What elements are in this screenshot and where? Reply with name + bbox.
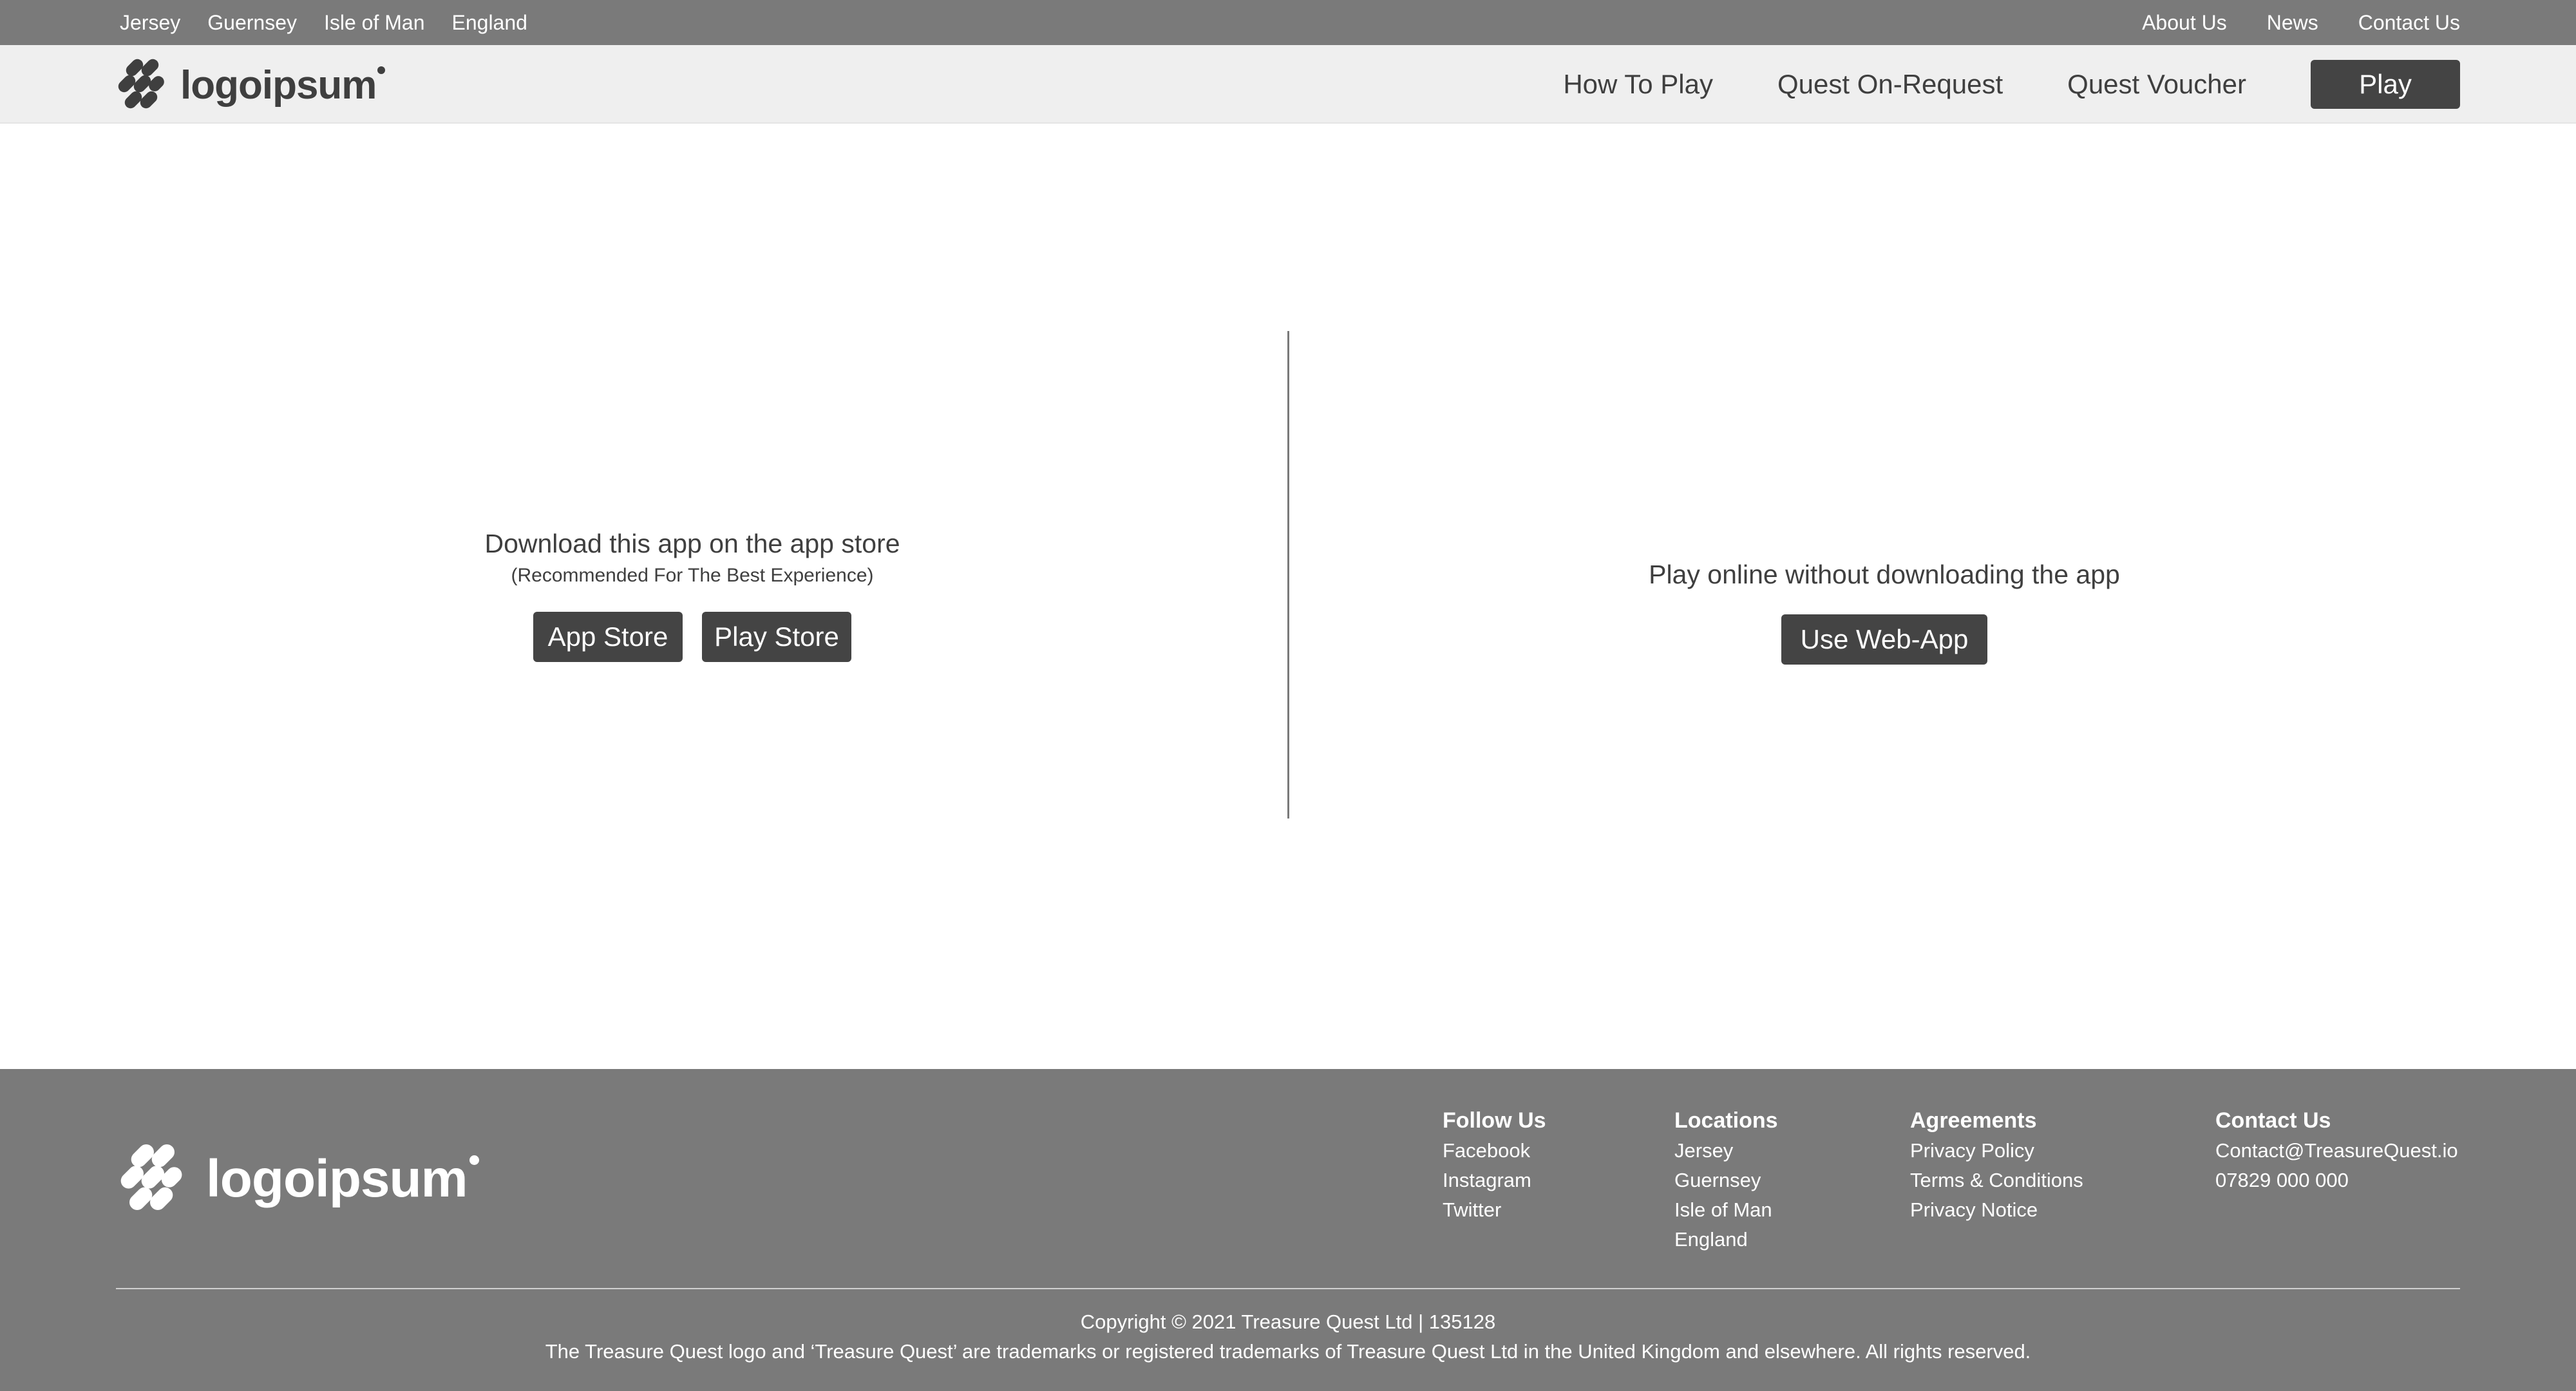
instagram-link[interactable]: Instagram (1443, 1166, 1546, 1195)
utility-links: About Us News Contact Us (2142, 0, 2460, 45)
nav-quest-voucher[interactable]: Quest Voucher (2067, 69, 2246, 100)
app-store-button[interactable]: App Store (533, 612, 683, 662)
play-store-button[interactable]: Play Store (702, 612, 851, 662)
legal-text: The Treasure Quest logo and ‘Treasure Qu… (545, 1340, 2031, 1363)
footer-location-england[interactable]: England (1674, 1225, 1778, 1254)
download-subheading: (Recommended For The Best Experience) (511, 565, 874, 586)
copyright-text: Copyright © 2021 Treasure Quest Ltd | 13… (1080, 1311, 1496, 1333)
news-link[interactable]: News (2267, 11, 2318, 35)
nav-how-to-play[interactable]: How To Play (1563, 69, 1713, 100)
contact-phone-link[interactable]: 07829 000 000 (2215, 1166, 2458, 1195)
location-link-jersey[interactable]: Jersey (120, 11, 180, 35)
play-online-panel: Play online without downloading the app … (1289, 556, 2479, 665)
footer-contact-us: Contact Us Contact@TreasureQuest.io 0782… (2215, 1105, 2458, 1195)
download-app-panel: Download this app on the app store (Reco… (0, 525, 1385, 662)
main-header: logoipsum How To Play Quest On-Request Q… (0, 45, 2576, 124)
nav-quest-on-request[interactable]: Quest On-Request (1777, 69, 2003, 100)
location-links: Jersey Guernsey Isle of Man England (120, 0, 527, 45)
web-app-button-row: Use Web-App (1289, 614, 2479, 665)
footer-logo-mark-icon (116, 1141, 188, 1216)
footer-agreements: Agreements Privacy Policy Terms & Condit… (1910, 1105, 2083, 1225)
main-content: Download this app on the app store (Reco… (0, 124, 2576, 1069)
logo-mark-icon (116, 57, 167, 114)
location-link-isle-of-man[interactable]: Isle of Man (324, 11, 425, 35)
footer-locations-title: Locations (1674, 1108, 1778, 1133)
footer-locations: Locations Jersey Guernsey Isle of Man En… (1674, 1105, 1778, 1254)
play-button[interactable]: Play (2311, 60, 2460, 109)
header-logo[interactable]: logoipsum (116, 57, 386, 114)
location-link-england[interactable]: England (452, 11, 527, 35)
facebook-link[interactable]: Facebook (1443, 1136, 1546, 1166)
site-footer: logoipsum Follow Us Facebook Instagram T… (0, 1069, 2576, 1391)
footer-location-guernsey[interactable]: Guernsey (1674, 1166, 1778, 1195)
privacy-notice-link[interactable]: Privacy Notice (1910, 1195, 2083, 1225)
contact-us-link[interactable]: Contact Us (2358, 11, 2460, 35)
main-nav: How To Play Quest On-Request Quest Vouch… (1563, 45, 2460, 124)
footer-follow-us: Follow Us Facebook Instagram Twitter (1443, 1105, 1546, 1225)
play-online-heading: Play online without downloading the app (1649, 560, 2120, 589)
footer-logo-wordmark: logoipsum (206, 1149, 479, 1209)
footer-location-jersey[interactable]: Jersey (1674, 1136, 1778, 1166)
top-utility-bar: Jersey Guernsey Isle of Man England Abou… (0, 0, 2576, 45)
footer-contact-title: Contact Us (2215, 1108, 2331, 1133)
contact-email-link[interactable]: Contact@TreasureQuest.io (2215, 1136, 2458, 1166)
store-buttons: App Store Play Store (0, 612, 1385, 662)
footer-logo[interactable]: logoipsum (116, 1141, 479, 1216)
use-web-app-button[interactable]: Use Web-App (1781, 614, 1987, 665)
terms-conditions-link[interactable]: Terms & Conditions (1910, 1166, 2083, 1195)
footer-agreements-title: Agreements (1910, 1108, 2037, 1133)
location-link-guernsey[interactable]: Guernsey (207, 11, 297, 35)
twitter-link[interactable]: Twitter (1443, 1195, 1546, 1225)
footer-location-isle-of-man[interactable]: Isle of Man (1674, 1195, 1778, 1225)
about-us-link[interactable]: About Us (2142, 11, 2227, 35)
privacy-policy-link[interactable]: Privacy Policy (1910, 1136, 2083, 1166)
footer-divider (116, 1288, 2460, 1289)
download-heading: Download this app on the app store (484, 529, 900, 558)
footer-follow-us-title: Follow Us (1443, 1108, 1546, 1133)
logo-wordmark: logoipsum (180, 62, 386, 108)
